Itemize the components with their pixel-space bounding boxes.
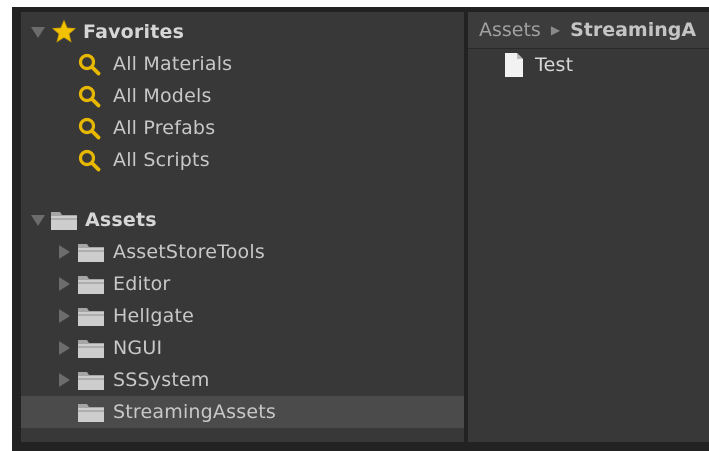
folder-item-hellgate[interactable]: Hellgate [21,300,464,332]
favorite-item-all-models[interactable]: All Models [21,80,464,112]
file-label: Test [535,54,574,76]
folder-icon [78,404,104,422]
folder-label: SSSystem [113,369,210,391]
folder-icon [78,276,104,294]
favorite-item-all-scripts[interactable]: All Scripts [21,144,464,176]
expand-arrow-icon[interactable] [59,245,70,259]
assets-title: Assets [85,209,157,231]
file-item-test[interactable]: Test [468,50,709,80]
folder-item-sssystem[interactable]: SSSystem [21,364,464,396]
breadcrumb-item-assets[interactable]: Assets [479,19,541,41]
favorite-item-all-prefabs[interactable]: All Prefabs [21,112,464,144]
favorite-item-label: All Scripts [113,149,210,171]
expand-arrow-icon[interactable] [59,309,70,323]
folder-label: NGUI [113,337,163,359]
favorite-item-label: All Prefabs [113,117,216,139]
folder-label: Editor [113,273,171,295]
star-icon [51,19,77,43]
favorite-item-label: All Models [113,85,212,107]
expand-arrow-icon[interactable] [59,277,70,291]
folder-label: StreamingAssets [113,401,276,423]
folder-icon [51,212,77,230]
favorites-title: Favorites [83,21,185,43]
favorite-item-all-materials[interactable]: All Materials [21,48,464,80]
folder-item-editor[interactable]: Editor [21,268,464,300]
breadcrumb-item-streamingassets[interactable]: StreamingA [570,19,696,41]
breadcrumb-separator-icon: ▶ [550,23,561,37]
search-icon [78,53,101,76]
expand-arrow-icon[interactable] [59,341,70,355]
folder-item-streamingassets[interactable]: StreamingAssets [21,396,464,428]
folder-icon [78,372,104,390]
folder-icon [78,340,104,358]
folder-item-assetstoretools[interactable]: AssetStoreTools [21,236,464,268]
project-tree-panel: Favorites All Materials All Models All P… [21,12,464,442]
folder-icon [78,244,104,262]
search-icon [78,117,101,140]
folder-contents-panel: Assets ▶ StreamingA Test [468,12,709,442]
collapse-arrow-icon[interactable] [31,215,45,226]
folder-label: Hellgate [113,305,194,327]
favorite-item-label: All Materials [113,53,233,75]
collapse-arrow-icon[interactable] [31,27,45,38]
file-icon [505,53,523,77]
breadcrumb: Assets ▶ StreamingA [468,12,709,49]
folder-label: AssetStoreTools [113,241,265,263]
assets-header[interactable]: Assets [21,204,464,236]
search-icon [78,149,101,172]
expand-arrow-icon[interactable] [59,373,70,387]
search-icon [78,85,101,108]
folder-icon [78,308,104,326]
favorites-header[interactable]: Favorites [21,16,464,48]
folder-item-ngui[interactable]: NGUI [21,332,464,364]
